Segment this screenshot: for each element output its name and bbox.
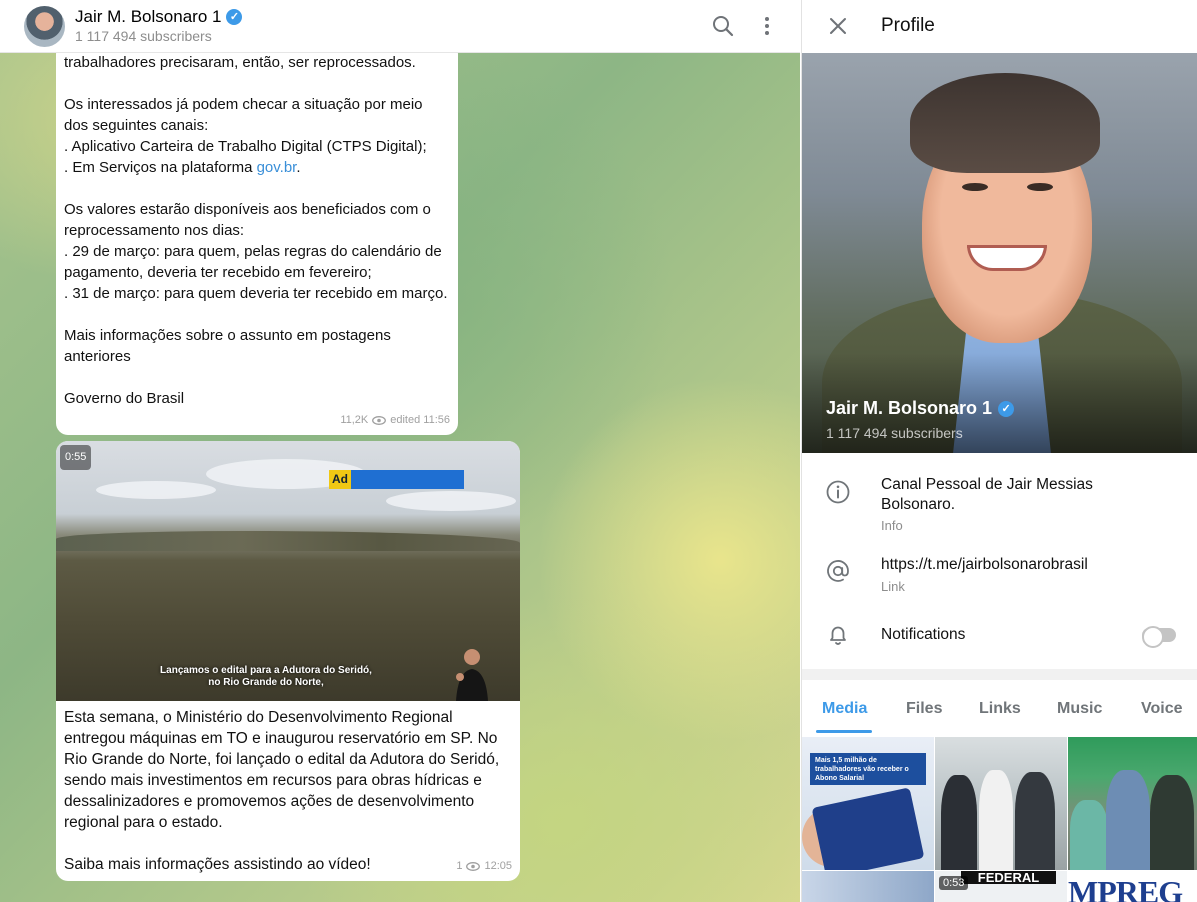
notifications-toggle[interactable]: [1142, 626, 1176, 648]
info-row[interactable]: Canal Pessoal de Jair Messias Bolsonaro.…: [802, 474, 1197, 538]
info-icon: [826, 480, 850, 504]
eye-icon: [466, 862, 481, 871]
channel-title[interactable]: Jair M. Bolsonaro 1 ✓: [75, 7, 243, 27]
tab-files[interactable]: Files: [906, 700, 942, 718]
message-text: Esta semana, o Ministério do Desenvolvim…: [64, 709, 500, 873]
media-tabs: Media Files Links Music Voice: [802, 680, 1197, 736]
view-count: 1: [456, 860, 463, 872]
message-time: edited 11:56: [390, 414, 450, 426]
profile-panel: Profile Jair M. Bolsonaro 1 ✓ 1 117 494 …: [801, 0, 1197, 902]
subscriber-count: 1 117 494 subscribers: [75, 28, 212, 44]
at-sign-icon: [827, 560, 849, 582]
video-duration: 0:55: [60, 445, 92, 470]
video-message-bubble[interactable]: 0:55 Ad Lançamos o edital para a Adutora…: [56, 441, 520, 881]
verified-badge-icon: ✓: [998, 400, 1015, 417]
media-thumbnail[interactable]: FEDERAL 0:53: [935, 871, 1067, 902]
chat-header[interactable]: Jair M. Bolsonaro 1 ✓ 1 117 494 subscrib…: [0, 0, 800, 53]
profile-subscribers: 1 117 494 subscribers: [826, 425, 963, 441]
message-time: 12:05: [484, 860, 512, 872]
tab-voice[interactable]: Voice: [1141, 700, 1183, 718]
profile-title: Profile: [881, 15, 935, 36]
section-divider: [802, 669, 1197, 680]
notifications-row[interactable]: Notifications: [802, 622, 1197, 650]
media-thumbnail[interactable]: [802, 871, 934, 902]
tab-links[interactable]: Links: [979, 700, 1021, 718]
eye-icon: [372, 416, 387, 425]
view-count: 11,2K: [340, 414, 369, 426]
media-thumbnail[interactable]: MPREG: [1068, 871, 1197, 902]
video-player[interactable]: 0:55 Ad Lançamos o edital para a Adutora…: [56, 441, 520, 701]
video-landscape: [56, 531, 520, 551]
profile-header: Profile: [802, 0, 1197, 53]
video-caption: Lançamos o edital para a Adutora do Seri…: [160, 665, 372, 688]
chat-area: trabalhadores precisaram, então, ser rep…: [0, 0, 800, 902]
bell-icon: [830, 626, 846, 645]
video-overlay-banner: Ad: [329, 470, 464, 489]
tab-media[interactable]: Media: [822, 700, 867, 718]
notifications-label: Notifications: [881, 626, 966, 643]
channel-link[interactable]: https://t.me/jairbolsonarobrasil: [881, 555, 1088, 575]
link-label: Link: [881, 579, 905, 594]
message-bubble[interactable]: trabalhadores precisaram, então, ser rep…: [56, 42, 458, 435]
close-icon[interactable]: [826, 14, 850, 38]
media-thumbnail[interactable]: [935, 737, 1067, 870]
profile-name: Jair M. Bolsonaro 1 ✓: [826, 398, 1015, 419]
message-meta: 11,2K edited 11:56: [340, 410, 450, 431]
sign-language-interpreter: [456, 649, 488, 701]
message-link[interactable]: gov.br: [257, 159, 297, 176]
tab-music[interactable]: Music: [1057, 700, 1102, 718]
message-text: trabalhadores precisaram, então, ser rep…: [64, 54, 448, 407]
info-label: Info: [881, 518, 903, 533]
media-thumbnail[interactable]: [1068, 737, 1197, 870]
video-duration: 0:53: [939, 876, 969, 890]
media-thumbnail[interactable]: Mais 1,5 milhão de trabalhadores vão rec…: [802, 737, 934, 870]
channel-description: Canal Pessoal de Jair Messias Bolsonaro.: [881, 476, 1093, 513]
verified-badge-icon: ✓: [226, 9, 243, 25]
search-icon[interactable]: [710, 13, 736, 39]
active-tab-indicator: [816, 730, 872, 733]
channel-avatar[interactable]: [24, 6, 65, 47]
message-meta: 1 12:05: [456, 856, 512, 877]
more-vertical-icon[interactable]: [754, 13, 780, 39]
profile-photo[interactable]: Jair M. Bolsonaro 1 ✓ 1 117 494 subscrib…: [802, 53, 1197, 453]
link-row[interactable]: https://t.me/jairbolsonarobrasil Link: [802, 555, 1197, 599]
